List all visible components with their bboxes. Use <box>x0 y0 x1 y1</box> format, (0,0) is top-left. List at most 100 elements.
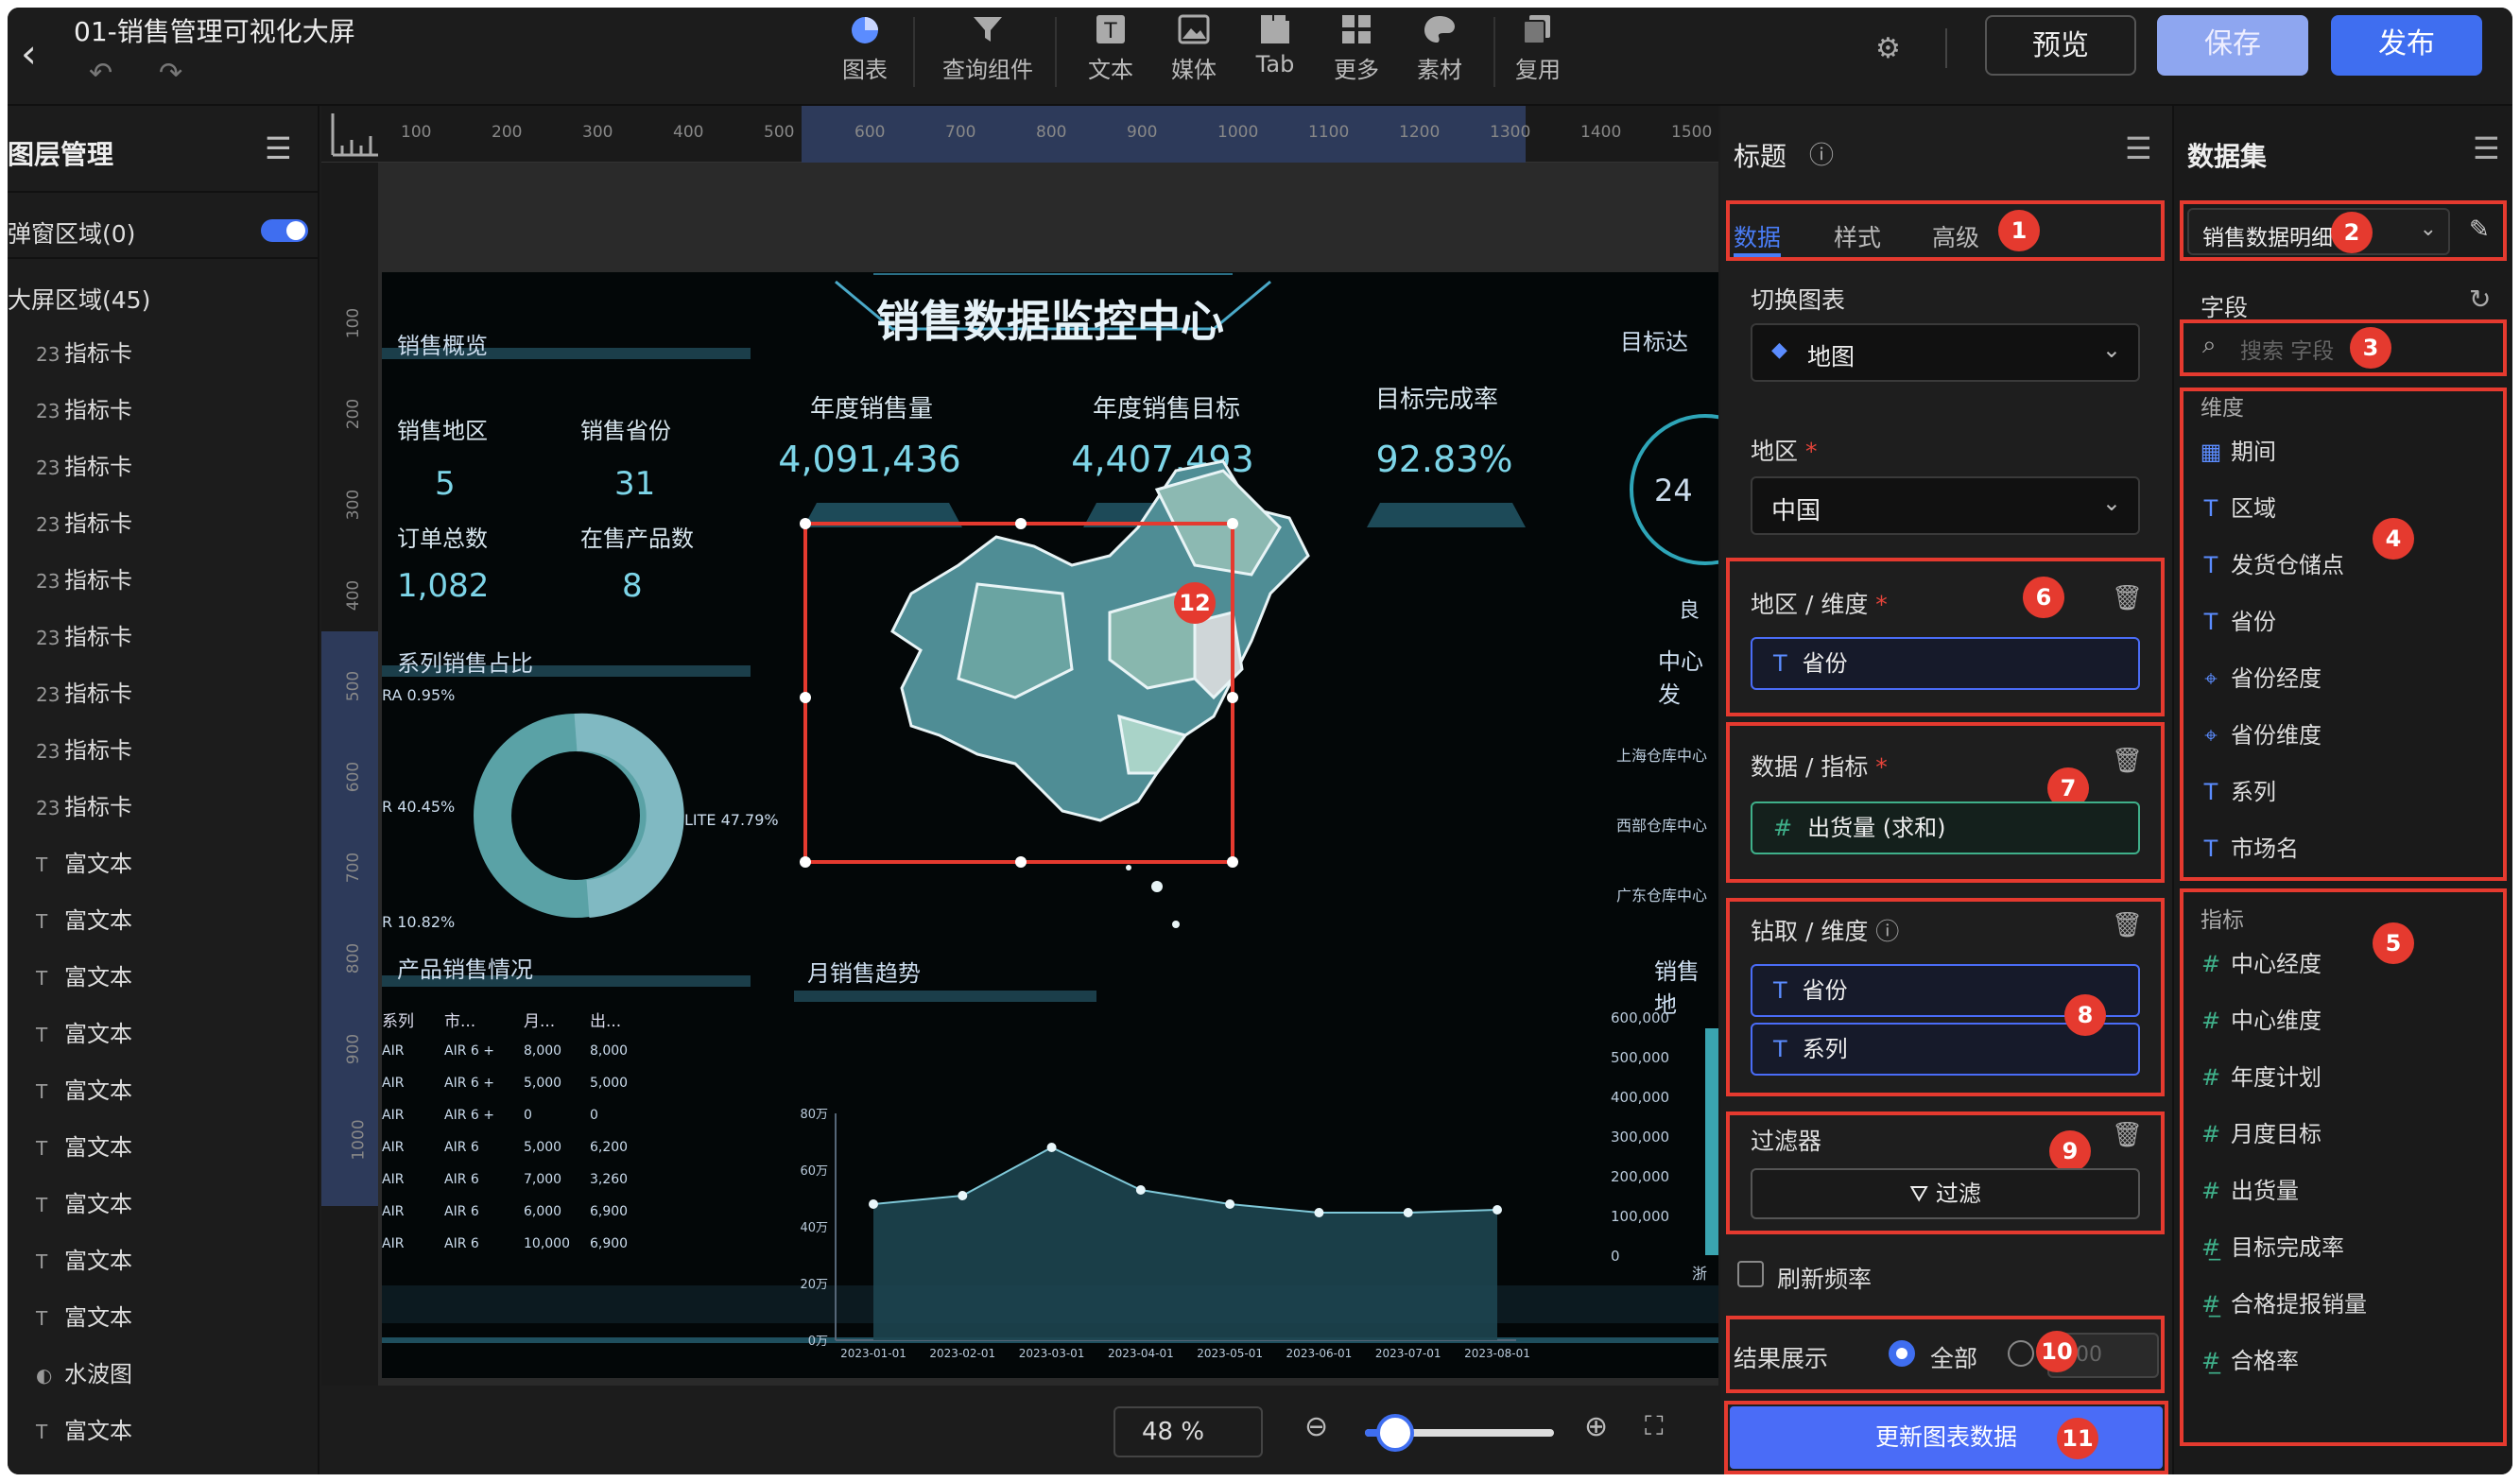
layer-item[interactable]: ◐ 水波图 <box>8 1346 319 1403</box>
metric-field[interactable]: # 中心维度 <box>2183 992 2495 1049</box>
edit-icon[interactable]: ✎ <box>2469 215 2490 244</box>
layer-item[interactable]: T 富文本 <box>8 1403 319 1459</box>
layer-item[interactable]: T 富文本 <box>8 1289 319 1346</box>
result-all-radio[interactable] <box>1889 1340 1915 1367</box>
layer-item[interactable]: 23 指标卡 <box>8 722 319 779</box>
tab-data[interactable]: 数据 <box>1734 219 1781 253</box>
layer-item[interactable]: 23 指标卡 <box>8 325 319 382</box>
settings-sliders-icon[interactable]: ⚙ <box>1875 32 1901 65</box>
filter-button[interactable]: ⛛ 过滤 <box>1751 1168 2140 1219</box>
preview-button[interactable]: 预览 <box>1985 15 2136 76</box>
dimension-field[interactable]: T 省份 <box>2183 594 2495 650</box>
layer-item[interactable]: T 富文本 <box>8 1119 319 1176</box>
axis-tick-label: 0 <box>1611 1248 1620 1265</box>
dimension-chip[interactable]: T 省份 <box>1751 637 2140 690</box>
dimension-field[interactable]: ⌖ 省份维度 <box>2183 707 2495 764</box>
menu-icon[interactable]: ☰ <box>2473 130 2500 166</box>
tool-query[interactable]: 查询组件 <box>936 13 1040 84</box>
layer-item[interactable]: T 富文本 <box>8 1062 319 1119</box>
axis-tick-label: 500,000 <box>1611 1049 1670 1066</box>
dimension-field[interactable]: ▦ 期间 <box>2183 423 2495 480</box>
tab-style[interactable]: 样式 <box>1834 219 1881 253</box>
metric-field[interactable]: #̲ 目标完成率 <box>2183 1219 2495 1276</box>
overview-label: 订单总数 <box>397 526 488 552</box>
region-select[interactable]: 中国 ⌄ <box>1751 476 2140 535</box>
layer-item[interactable]: T 富文本 <box>8 892 319 949</box>
canvas-area[interactable]: 100 200 300 400 500 600 700 800 900 1000 1100 1200 1… <box>321 106 1718 1474</box>
layer-item[interactable]: T 富文本 <box>8 1232 319 1289</box>
dimension-field[interactable]: T 发货仓储点 <box>2183 537 2495 594</box>
back-icon[interactable]: ‹ <box>21 30 37 77</box>
layer-item[interactable]: 23 指标卡 <box>8 779 319 836</box>
overview-label: 销售省份 <box>580 418 671 444</box>
popup-area-toggle[interactable] <box>261 219 308 242</box>
dimension-field[interactable]: T 系列 <box>2183 764 2495 820</box>
fit-screen-icon[interactable]: ⛶ <box>1645 1410 1664 1442</box>
metric-field[interactable]: # 月度目标 <box>2183 1106 2495 1163</box>
refresh-icon[interactable]: ↻ <box>2469 284 2491 315</box>
refresh-label: 刷新频率 <box>1777 1266 1873 1293</box>
trash-icon[interactable]: 🗑 <box>2112 911 2143 939</box>
tab-advanced[interactable]: 高级 <box>1932 219 1979 253</box>
trash-icon[interactable]: 🗑 <box>2112 1121 2143 1149</box>
tool-chart[interactable]: 图表 <box>813 13 917 84</box>
axis-tick-label: 300,000 <box>1611 1129 1670 1146</box>
metric-field[interactable]: # 中心经度 <box>2183 936 2495 992</box>
layer-type-icon: 23 <box>36 570 60 593</box>
layer-item[interactable]: 23 指标卡 <box>8 609 319 665</box>
metric-chip[interactable]: # 出货量 (求和) <box>1751 801 2140 854</box>
table-cell: AIR <box>382 1043 405 1059</box>
menu-icon[interactable]: ☰ <box>2125 130 2152 166</box>
layer-item[interactable]: T 富文本 <box>8 1176 319 1232</box>
layer-item[interactable]: 23 指标卡 <box>8 552 319 609</box>
chevron-down-icon: ⌄ <box>2419 217 2437 241</box>
info-icon[interactable]: ⓘ <box>1809 136 1834 171</box>
publish-button[interactable]: 发布 <box>2331 15 2482 76</box>
layer-item[interactable]: T 富文本 <box>8 1006 319 1062</box>
zoom-slider-handle[interactable] <box>1376 1414 1414 1452</box>
zoom-out-icon[interactable]: ⊖ <box>1304 1410 1328 1443</box>
layer-item[interactable]: 23 指标卡 <box>8 665 319 722</box>
field-name: 省份经度 <box>2231 665 2322 692</box>
metric-field[interactable]: # 出货量 <box>2183 1163 2495 1219</box>
dashboard-screen[interactable]: 销售数据监控中心 销售概览 销售地区 销售省份 5 31 订单总数 在售产品数 … <box>382 272 1718 1378</box>
result-count-radio[interactable] <box>2008 1340 2034 1367</box>
kpi-label: 目标完成率 <box>1374 386 1498 414</box>
annotation-badge: 2 <box>2331 212 2373 253</box>
dimension-field[interactable]: ⌖ 省份经度 <box>2183 650 2495 707</box>
selected-map-component[interactable] <box>800 518 1238 868</box>
dataset-select[interactable]: 销售数据明细 ⌄ <box>2187 208 2450 255</box>
trash-icon[interactable]: 🗑 <box>2112 747 2143 775</box>
dataset-panel: 数据集 ☰ 销售数据明细 ⌄ ✎ 2 字段 ↻ ⌕ 搜索 字段 3 维度 ▦ 期间… <box>2172 106 2512 1474</box>
menu-icon[interactable]: ☰ <box>265 130 292 166</box>
tool-reuse[interactable]: 复用 <box>1486 13 1590 84</box>
x-tick-label: 2023-01-01 <box>840 1347 906 1359</box>
layer-item[interactable]: 23 指标卡 <box>8 382 319 439</box>
dimension-field[interactable]: T 区域 <box>2183 480 2495 537</box>
metric-field[interactable]: #̲ 合格率 <box>2183 1333 2495 1389</box>
metric-field[interactable]: # 年度计划 <box>2183 1049 2495 1106</box>
zoom-input[interactable]: 48 % <box>1113 1406 1263 1457</box>
undo-icon[interactable]: ↶ <box>89 57 112 90</box>
chart-type-select[interactable]: ◆ 地图 ⌄ <box>1751 323 2140 382</box>
refresh-checkbox[interactable] <box>1737 1261 1764 1287</box>
axis-tick-label: 400,000 <box>1611 1089 1670 1106</box>
layer-item[interactable]: T 富文本 <box>8 949 319 1006</box>
ruler-tick-label: 1100 <box>1308 123 1350 142</box>
redo-icon[interactable]: ↷ <box>159 57 182 90</box>
trash-icon[interactable]: 🗑 <box>2112 584 2143 612</box>
axis-tick-label: 600,000 <box>1611 1009 1670 1026</box>
ruler-tick-label: 800 <box>1036 123 1067 142</box>
search-input[interactable]: 搜索 字段 <box>2240 333 2334 365</box>
annotation-badge: 5 <box>2373 922 2414 964</box>
layer-item[interactable]: T 富文本 <box>8 836 319 892</box>
x-tick-label: 2023-05-01 <box>1197 1347 1263 1359</box>
metric-field[interactable]: #̲ 合格提报销量 <box>2183 1276 2495 1333</box>
zoom-in-icon[interactable]: ⊕ <box>1584 1410 1608 1443</box>
layer-item[interactable]: 23 指标卡 <box>8 495 319 552</box>
save-button[interactable]: 保存 <box>2157 15 2308 76</box>
dimension-field[interactable]: T 市场名 <box>2183 820 2495 877</box>
copy-icon <box>1523 15 1550 44</box>
layer-item[interactable]: 23 指标卡 <box>8 439 319 495</box>
tool-material[interactable]: 素材 <box>1388 13 1492 84</box>
